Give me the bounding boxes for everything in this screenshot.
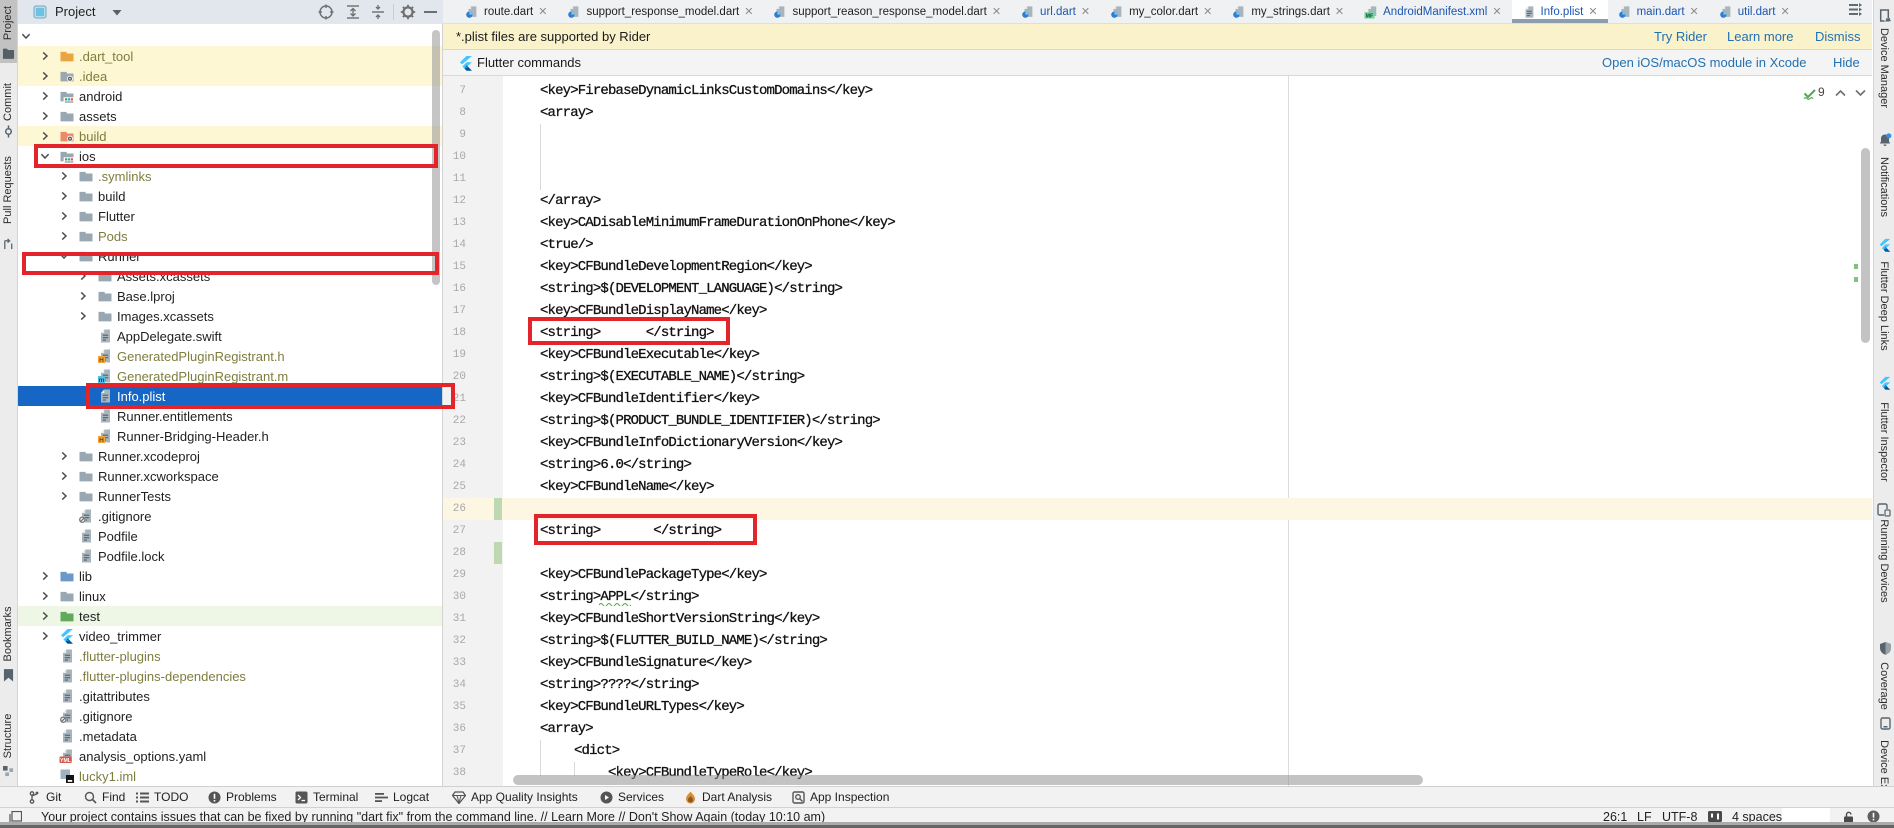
svg-text:MF: MF [1366,13,1374,19]
svg-text:YML: YML [60,758,72,764]
svg-text:H: H [99,437,104,444]
svg-text:H: H [99,357,104,364]
